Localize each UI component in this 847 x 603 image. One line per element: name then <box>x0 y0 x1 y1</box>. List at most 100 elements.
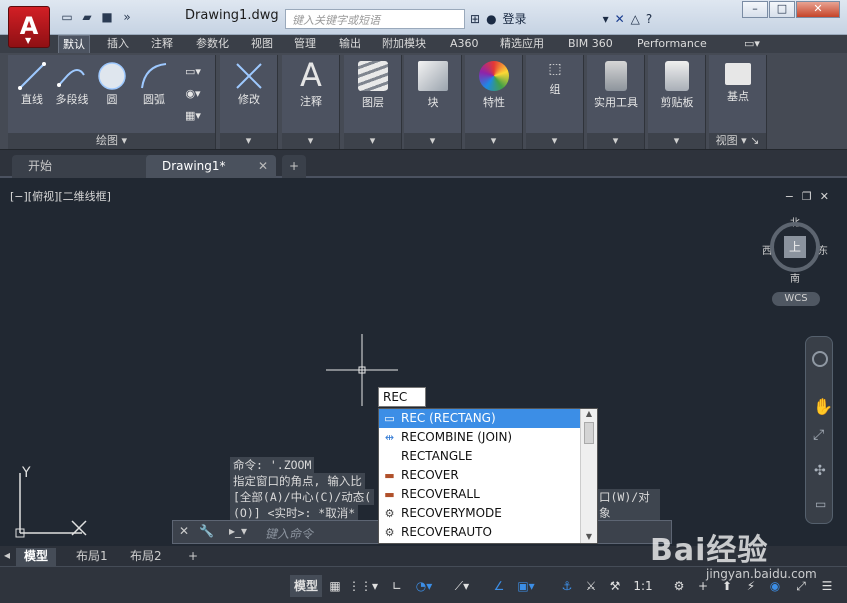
a360-icon[interactable]: △ <box>631 12 640 26</box>
line-tool[interactable]: 直线 <box>14 61 50 107</box>
viewport-minimize-icon[interactable]: − <box>785 190 794 203</box>
pan-icon[interactable]: ✋ <box>813 397 833 416</box>
utilities-panel[interactable]: 实用工具 ▾ <box>587 55 645 149</box>
layers-panel[interactable]: 图层 ▾ <box>344 55 402 149</box>
object-snap-icon[interactable]: ▣▾ <box>514 575 538 597</box>
ribbon-tab-home[interactable]: 默认 <box>58 35 90 53</box>
hatch-icon[interactable]: ◉▾ <box>178 83 208 105</box>
open-file-icon[interactable]: ▰ <box>78 8 96 26</box>
base-point-tool[interactable]: 基点 <box>715 63 761 104</box>
group-tool[interactable]: ⬚ 组 <box>532 61 578 97</box>
arc-tool[interactable]: 圆弧 <box>134 61 174 107</box>
ribbon-tab-featured-apps[interactable]: 精选应用 <box>496 35 548 53</box>
viewcube-top-face[interactable]: 上 <box>784 236 806 258</box>
block-tool[interactable]: 块 <box>410 61 456 110</box>
customize-icon[interactable]: 🔧 <box>199 524 214 538</box>
zoom-extents-icon[interactable]: ⤢ <box>813 427 824 443</box>
ribbon-tab-view[interactable]: 视图 <box>247 35 277 53</box>
viewcube[interactable]: 北 西 东 南 上 WCS <box>762 214 830 306</box>
scroll-up-icon[interactable]: ▲ <box>581 409 597 418</box>
file-tab-start[interactable]: 开始 <box>12 155 152 178</box>
isodraft-icon[interactable]: ⟋▾ <box>450 575 474 597</box>
ribbon-minimize-icon[interactable]: ▭▾ <box>740 35 764 53</box>
recent-commands-icon[interactable]: ▸_▾ <box>229 524 247 538</box>
annotation-panel[interactable]: A 注释 ▾ <box>282 55 340 149</box>
viewport-controls-label[interactable]: [−][俯视][二维线框] <box>10 188 111 204</box>
wcs-menu-button[interactable]: WCS <box>772 292 820 306</box>
modify-dropdown-icon[interactable]: ▾ <box>220 133 277 149</box>
ac-item-rectang[interactable]: ▭ REC (RECTANG) <box>379 409 581 428</box>
user-icon[interactable]: ● <box>486 12 496 26</box>
group-panel[interactable]: ⬚ 组 ▾ <box>526 55 584 149</box>
ribbon-tab-parametric[interactable]: 参数化 <box>192 35 233 53</box>
tab-scroll-icon[interactable]: ◂ <box>4 548 10 562</box>
ortho-icon[interactable]: ∟ <box>388 575 406 597</box>
boundary-icon[interactable]: ▦▾ <box>178 105 208 127</box>
app-menu-button[interactable]: A ▼ <box>8 6 50 48</box>
ribbon-tab-performance[interactable]: Performance <box>633 35 711 53</box>
layout-tab-model[interactable]: 模型 <box>16 548 57 566</box>
scroll-down-icon[interactable]: ▼ <box>581 532 597 541</box>
ac-item-rectangle[interactable]: RECTANGLE <box>379 447 581 466</box>
new-tab-button[interactable]: + <box>282 155 306 178</box>
ac-item-recoverall[interactable]: ▬ RECOVERALL <box>379 485 581 504</box>
exchange-icon[interactable]: ✕ <box>615 12 625 26</box>
qat-more-icon[interactable]: » <box>118 8 136 26</box>
polar-icon[interactable]: ◔▾ <box>412 575 436 597</box>
ribbon-tab-a360[interactable]: A360 <box>446 35 483 53</box>
layout-tab-layout2[interactable]: 布局2 <box>122 548 170 566</box>
snap-icon[interactable]: ⋮⋮▾ <box>348 575 378 597</box>
maximize-button[interactable]: □ <box>769 1 795 18</box>
file-tab-drawing1[interactable]: Drawing1* ✕ <box>146 155 276 178</box>
orbit-icon[interactable]: ✣ <box>814 463 826 479</box>
viewport-restore-icon[interactable]: ❐ <box>802 190 812 203</box>
close-button[interactable]: ✕ <box>796 1 840 18</box>
annotation-tool[interactable]: A 注释 <box>288 57 334 109</box>
properties-dropdown-icon[interactable]: ▾ <box>465 133 522 149</box>
utilities-dropdown-icon[interactable]: ▾ <box>587 133 644 149</box>
viewport-close-icon[interactable]: ✕ <box>820 190 829 203</box>
block-dropdown-icon[interactable]: ▾ <box>404 133 461 149</box>
close-tab-icon[interactable]: ✕ <box>258 155 268 177</box>
view-panel-title[interactable]: 视图 ▾ ↘ <box>709 133 766 149</box>
modify-tool[interactable]: 修改 <box>226 61 272 107</box>
layers-tool[interactable]: 图层 <box>350 61 396 110</box>
layout-tab-layout1[interactable]: 布局1 <box>68 548 116 566</box>
steering-wheel-icon[interactable] <box>812 351 828 367</box>
save-icon[interactable]: ■ <box>98 8 116 26</box>
scroll-thumb[interactable] <box>584 422 594 444</box>
layers-dropdown-icon[interactable]: ▾ <box>344 133 401 149</box>
ribbon-tab-bim360[interactable]: BIM 360 <box>564 35 617 53</box>
clipboard-panel[interactable]: 剪贴板 ▾ <box>648 55 706 149</box>
view-panel[interactable]: 基点 视图 ▾ ↘ <box>709 55 767 149</box>
ac-item-recover[interactable]: ▬ RECOVER <box>379 466 581 485</box>
annotation-monitor-icon[interactable]: ⚓ <box>558 575 576 597</box>
clipboard-dropdown-icon[interactable]: ▾ <box>648 133 705 149</box>
new-layout-button[interactable]: + <box>180 548 206 566</box>
modify-panel[interactable]: 修改 ▾ <box>220 55 278 149</box>
draw-extra-tools[interactable]: ▭▾ ◉▾ ▦▾ <box>178 61 208 127</box>
polyline-tool[interactable]: 多段线 <box>50 61 94 107</box>
login-button[interactable]: 登录 <box>503 10 527 27</box>
ac-item-recombine[interactable]: ⇹ RECOMBINE (JOIN) <box>379 428 581 447</box>
ribbon-tab-manage[interactable]: 管理 <box>290 35 320 53</box>
block-panel[interactable]: 块 ▾ <box>404 55 462 149</box>
rectangle-icon[interactable]: ▭▾ <box>178 61 208 83</box>
circle-tool[interactable]: 圆 <box>94 61 130 107</box>
ac-item-recoverymode[interactable]: ⚙ RECOVERYMODE <box>379 504 581 523</box>
annotation-dropdown-icon[interactable]: ▾ <box>282 133 339 149</box>
minimize-button[interactable]: – <box>742 1 768 18</box>
annotation-visibility-icon[interactable]: ⚔ <box>582 575 600 597</box>
command-input[interactable]: 键入命令 <box>265 525 313 542</box>
ribbon-tab-insert[interactable]: 插入 <box>103 35 133 53</box>
login-dropdown-icon[interactable]: ▾ <box>603 12 609 26</box>
new-file-icon[interactable]: ▭ <box>58 8 76 26</box>
search-input[interactable]: 键入关键字或短语 <box>285 9 465 29</box>
autocomplete-scrollbar[interactable]: ▲ ▼ <box>580 409 597 543</box>
ac-item-recoverauto[interactable]: ⚙ RECOVERAUTO <box>379 523 581 542</box>
ribbon-tab-output[interactable]: 输出 <box>335 35 365 53</box>
model-space-button[interactable]: 模型 <box>290 575 322 597</box>
properties-tool[interactable]: 特性 <box>471 61 517 110</box>
close-command-line-icon[interactable]: ✕ <box>179 524 189 538</box>
group-dropdown-icon[interactable]: ▾ <box>526 133 583 149</box>
